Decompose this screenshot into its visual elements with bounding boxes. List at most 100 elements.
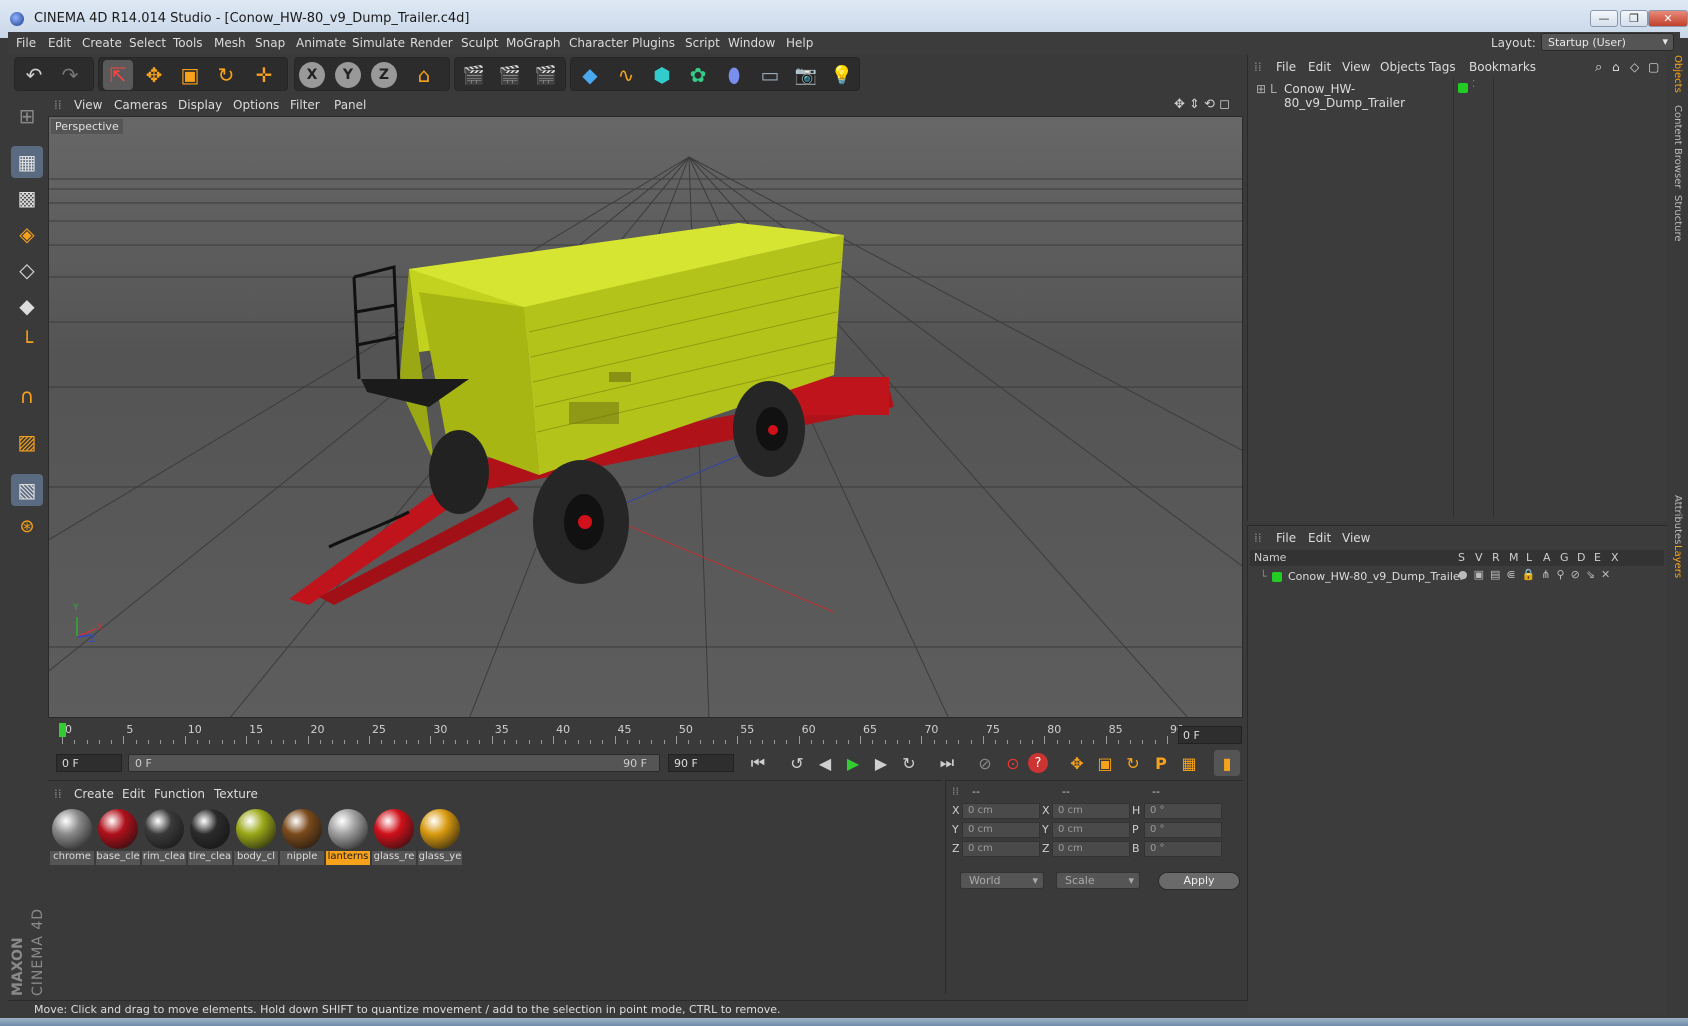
- menu-select[interactable]: Select: [129, 36, 166, 50]
- layer-col-v[interactable]: V: [1475, 551, 1483, 564]
- viewport-menu-cameras[interactable]: Cameras: [114, 98, 167, 112]
- record-active-objects-icon[interactable]: ⊘: [972, 750, 998, 776]
- size-mode-dropdown[interactable]: Scale ▾: [1056, 872, 1140, 889]
- move-tool-icon[interactable]: ✥: [139, 60, 169, 90]
- minimize-button[interactable]: —: [1590, 10, 1618, 27]
- viewport-camera-label[interactable]: Perspective: [51, 119, 123, 134]
- edges-mode-icon[interactable]: ◆: [11, 290, 43, 322]
- layer-col-d[interactable]: D: [1577, 551, 1585, 564]
- timeline-window-icon[interactable]: ▮: [1214, 750, 1240, 776]
- layer-col-m[interactable]: M: [1509, 551, 1519, 564]
- menu-render[interactable]: Render: [410, 36, 453, 50]
- maximize-button[interactable]: ❐: [1620, 10, 1648, 27]
- parameter-key-icon[interactable]: P: [1148, 750, 1174, 776]
- viewport-menu-panel[interactable]: Panel: [334, 98, 366, 112]
- search-icon[interactable]: ⌕: [1595, 60, 1602, 75]
- next-frame-icon[interactable]: ▶: [868, 750, 894, 776]
- layer-color-swatch[interactable]: [1272, 572, 1282, 582]
- viewport-navigation-icons[interactable]: ✥ ⇕ ⟲ ◻: [1174, 97, 1230, 112]
- layer-flag-icons[interactable]: ●▣▤⋐🔒⋔⚲⊘⇘✕: [1458, 568, 1616, 581]
- material-swatch-glass_ye[interactable]: glass_ye: [418, 807, 462, 865]
- close-button[interactable]: ✕: [1648, 10, 1688, 27]
- render-to-picture-viewer-icon[interactable]: 🎬: [495, 60, 525, 90]
- layer-name[interactable]: Conow_HW-80_v9_Dump_Trailer: [1288, 570, 1464, 583]
- z-axis-lock-icon[interactable]: Z: [371, 62, 397, 88]
- material-menu-create[interactable]: Create: [74, 787, 114, 801]
- menu-mograph[interactable]: MoGraph: [506, 36, 561, 50]
- object-name[interactable]: Conow_HW-80_v9_Dump_Trailer: [1284, 82, 1456, 110]
- redo-icon[interactable]: ↷: [55, 60, 85, 90]
- viewport-menu-filter[interactable]: Filter: [290, 98, 320, 112]
- menu-mesh[interactable]: Mesh: [214, 36, 246, 50]
- model-mode-icon[interactable]: ▦: [11, 146, 43, 178]
- layers-menu-edit[interactable]: Edit: [1308, 531, 1331, 545]
- layers-menu-file[interactable]: File: [1276, 531, 1296, 545]
- snap-icon[interactable]: ▨: [11, 426, 43, 458]
- expand-icon[interactable]: ⊞: [1256, 82, 1266, 96]
- menu-simulate[interactable]: Simulate: [352, 36, 405, 50]
- layer-col-g[interactable]: G: [1560, 551, 1569, 564]
- axis-mode-icon[interactable]: ∩: [11, 380, 43, 412]
- timeline-ruler[interactable]: 0 5 10 15 20 25 30 35 40 45 50 55 60 65 70 75 80 85 90: [52, 722, 1184, 746]
- deformer-icon[interactable]: ⬮: [719, 60, 749, 90]
- menu-edit[interactable]: Edit: [48, 36, 71, 50]
- menu-file[interactable]: File: [16, 36, 36, 50]
- light-icon[interactable]: 💡: [827, 60, 857, 90]
- rotate-tool-icon[interactable]: ↻: [211, 60, 241, 90]
- material-swatch-glass_re[interactable]: glass_re: [372, 807, 416, 865]
- collapse-icon[interactable]: ◇: [1630, 60, 1639, 74]
- coord-value-field[interactable]: 0 cm: [962, 803, 1040, 819]
- keyframe-selection-icon[interactable]: ?: [1028, 753, 1048, 773]
- coord-value-field[interactable]: 0 cm: [1052, 822, 1130, 838]
- coord-value-field[interactable]: 0 cm: [1052, 803, 1130, 819]
- menu-character[interactable]: Character: [569, 36, 628, 50]
- go-to-end-icon[interactable]: ⏭: [934, 750, 960, 776]
- material-swatch-nipple[interactable]: nipple: [280, 807, 324, 865]
- previous-key-icon[interactable]: ↺: [784, 750, 810, 776]
- menu-tools[interactable]: Tools: [173, 36, 203, 50]
- render-view-icon[interactable]: 🎬: [459, 60, 489, 90]
- layers-menu-view[interactable]: View: [1342, 531, 1370, 545]
- array-icon[interactable]: ✿: [683, 60, 713, 90]
- layer-col-x[interactable]: X: [1611, 551, 1619, 564]
- coordinate-system-icon[interactable]: ⌂: [409, 60, 439, 90]
- start-frame-field[interactable]: 0 F: [56, 754, 122, 772]
- layout-dropdown[interactable]: Startup (User): [1541, 33, 1674, 51]
- coord-value-field[interactable]: 0 cm: [962, 841, 1040, 857]
- recent-tool-icon[interactable]: ✛: [249, 60, 279, 90]
- objects-menu-edit[interactable]: Edit: [1308, 60, 1331, 74]
- layer-col-l[interactable]: L: [1526, 551, 1532, 564]
- menu-plugins[interactable]: Plugins: [632, 36, 675, 50]
- end-frame-field[interactable]: 90 F: [668, 754, 734, 772]
- objects-menu-objects[interactable]: Objects: [1380, 60, 1425, 74]
- material-swatch-chrome[interactable]: chrome: [50, 807, 94, 865]
- camera-icon[interactable]: 📷: [791, 60, 821, 90]
- side-tab-attributes[interactable]: Attributes: [1671, 495, 1685, 551]
- apply-button[interactable]: Apply: [1158, 872, 1240, 890]
- perspective-viewport[interactable]: Perspective Y X Z: [48, 116, 1243, 718]
- coordinate-system-dropdown[interactable]: World ▾: [960, 872, 1044, 889]
- coord-value-field[interactable]: 0 °: [1144, 822, 1222, 838]
- layer-col-e[interactable]: E: [1594, 551, 1601, 564]
- material-swatch-base_cle[interactable]: base_cle: [96, 807, 140, 865]
- menu-window[interactable]: Window: [728, 36, 775, 50]
- scale-tool-icon[interactable]: ▣: [175, 60, 205, 90]
- layer-col-s[interactable]: S: [1458, 551, 1465, 564]
- menu-script[interactable]: Script: [685, 36, 720, 50]
- live-selection-icon[interactable]: ⇱: [103, 60, 133, 90]
- material-menu-edit[interactable]: Edit: [122, 787, 145, 801]
- material-swatch-body_cl[interactable]: body_cl: [234, 807, 278, 865]
- x-axis-lock-icon[interactable]: X: [299, 62, 325, 88]
- material-swatch-lanterns[interactable]: lanterns: [326, 807, 370, 865]
- side-tab-objects[interactable]: Objects: [1671, 55, 1685, 101]
- workplane-mode-icon[interactable]: ◈: [11, 218, 43, 250]
- polygons-mode-icon[interactable]: └: [11, 326, 43, 358]
- side-tab-layers[interactable]: Layers: [1671, 545, 1685, 587]
- next-key-icon[interactable]: ↻: [896, 750, 922, 776]
- rotation-key-icon[interactable]: ↻: [1120, 750, 1146, 776]
- pla-key-icon[interactable]: ▦: [1176, 750, 1202, 776]
- position-key-icon[interactable]: ✥: [1064, 750, 1090, 776]
- viewport-menu-display[interactable]: Display: [178, 98, 222, 112]
- objects-menu-file[interactable]: File: [1276, 60, 1296, 74]
- material-menu-texture[interactable]: Texture: [214, 787, 258, 801]
